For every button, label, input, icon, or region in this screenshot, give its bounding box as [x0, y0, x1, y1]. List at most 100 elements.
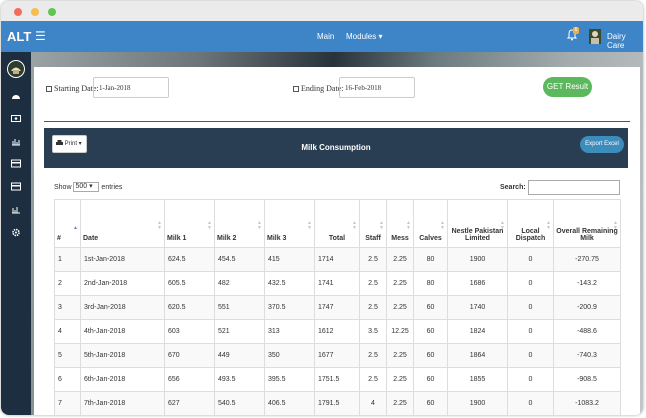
table-cell: 2: [54, 271, 81, 296]
sort-icon: ▲ ▼: [207, 220, 212, 231]
table-cell: 2.25: [386, 343, 414, 368]
table-cell: 454.5: [214, 247, 265, 272]
calendar-icon: [293, 86, 299, 92]
column-header[interactable]: Staff ▲ ▼: [359, 199, 387, 248]
settings-icon[interactable]: [11, 228, 21, 237]
table-cell: 4: [54, 319, 81, 344]
column-header[interactable]: Calves ▲ ▼: [413, 199, 448, 248]
table-cell: 1741: [314, 271, 360, 296]
notification-badge: 6: [573, 27, 579, 34]
table-cell: 0: [507, 319, 554, 344]
column-header[interactable]: # ▲: [54, 199, 81, 248]
column-header-label: Mess: [391, 235, 409, 242]
table-cell: 60: [413, 295, 448, 320]
column-header[interactable]: Milk 2 ▲ ▼: [214, 199, 265, 248]
calendar-icon: [46, 86, 52, 92]
get-result-button[interactable]: GET Result: [543, 77, 592, 97]
table-cell: 620.5: [164, 295, 215, 320]
table-cell: 2.25: [386, 271, 414, 296]
sort-icon: ▲ ▼: [440, 220, 445, 231]
starting-date-input[interactable]: 1-Jan-2018: [93, 77, 169, 98]
panel-header: Print ▾ Milk Consumption Export Excel: [44, 128, 628, 168]
table-cell: 12.25: [386, 319, 414, 344]
nav-main-link[interactable]: Main: [317, 32, 334, 41]
column-header-label: Milk 3: [267, 235, 287, 242]
window-titlebar: [1, 1, 643, 21]
table-cell: 482: [214, 271, 265, 296]
table-cell: 1751.5: [314, 367, 360, 392]
table-cell: 624.5: [164, 247, 215, 272]
close-window-button[interactable]: [14, 8, 22, 16]
table-cell: -200.9: [553, 295, 621, 320]
table-row: 3 3rd-Jan-2018 620.5 551 370.5 1747 2.5 2.25 60 1…: [54, 295, 621, 320]
table-cell: 0: [507, 247, 554, 272]
table-cell: 4th-Jan-2018: [80, 319, 165, 344]
table-cell: 670: [164, 343, 215, 368]
sort-icon: ▲ ▼: [379, 220, 384, 231]
table-row: 7 7th-Jan-2018 627 540.5 406.5 1791.5 4 2.25 60 1…: [54, 391, 621, 415]
milk-consumption-table: # ▲ Date ▲ ▼ Milk 1 ▲ ▼ Milk 2 ▲ ▼ Milk 3 ▲ ▼ Total ▲ ▼ S…: [54, 199, 621, 415]
table-body: 1 1st-Jan-2018 624.5 454.5 415 1714 2.5 2.25 80 1…: [54, 247, 621, 415]
column-header-label: Nestle Pakistan Limited: [451, 228, 504, 242]
table-cell: 370.5: [264, 295, 315, 320]
top-navbar: ALT ☰ Main Modules ▾ 6 Dairy Care: [1, 21, 643, 52]
table-row: 6 6th-Jan-2018 656 493.5 395.5 1751.5 2.5 2.25 6…: [54, 367, 621, 392]
sidebar: [1, 52, 31, 415]
column-header[interactable]: Date ▲ ▼: [80, 199, 165, 248]
maximize-window-button[interactable]: [48, 8, 56, 16]
table-cell: 60: [413, 367, 448, 392]
nav-modules-dropdown[interactable]: Modules ▾: [346, 32, 382, 41]
table-cell: 2nd-Jan-2018: [80, 271, 165, 296]
sidebar-logo: [7, 60, 25, 78]
column-header[interactable]: Nestle Pakistan Limited ▲ ▼: [447, 199, 508, 248]
minimize-window-button[interactable]: [31, 8, 39, 16]
table-cell: 551: [214, 295, 265, 320]
hamburger-icon[interactable]: ☰: [35, 29, 46, 43]
table-cell: 656: [164, 367, 215, 392]
column-header[interactable]: Milk 3 ▲ ▼: [264, 199, 315, 248]
column-header[interactable]: Mess ▲ ▼: [386, 199, 414, 248]
content-card: Starting Date: 1-Jan-2018 Ending Date: 1…: [34, 67, 640, 415]
table-cell: 7: [54, 391, 81, 415]
entries-select[interactable]: 500 ▾: [73, 182, 100, 192]
search-input[interactable]: [528, 180, 620, 195]
table-cell: -908.5: [553, 367, 621, 392]
table-cell: -740.3: [553, 343, 621, 368]
table-cell: 605.5: [164, 271, 215, 296]
table-row: 1 1st-Jan-2018 624.5 454.5 415 1714 2.5 2.25 80 1…: [54, 247, 621, 272]
table-cell: 6: [54, 367, 81, 392]
table-cell: 2.5: [359, 295, 387, 320]
table-cell: 1st-Jan-2018: [80, 247, 165, 272]
column-header[interactable]: Overall Remaining Milk ▲ ▼: [553, 199, 621, 248]
column-header[interactable]: Local Dispatch ▲ ▼: [507, 199, 554, 248]
table-cell: 1714: [314, 247, 360, 272]
sort-icon: ▲ ▼: [257, 220, 262, 231]
search-label: Search:: [500, 184, 526, 191]
table-cell: 0: [507, 271, 554, 296]
bar-chart-icon[interactable]: [11, 137, 21, 146]
column-header[interactable]: Milk 1 ▲ ▼: [164, 199, 215, 248]
table-cell: 2.25: [386, 367, 414, 392]
column-header-label: Total: [328, 235, 346, 242]
credit-card-icon[interactable]: [11, 182, 21, 191]
table-cell: 432.5: [264, 271, 315, 296]
sort-icon: ▲ ▼: [157, 220, 162, 231]
ending-date-input[interactable]: 16-Feb-2018: [339, 77, 415, 98]
dashboard-icon[interactable]: [11, 91, 21, 100]
table-cell: 1855: [447, 367, 508, 392]
panel-title: Milk Consumption: [301, 143, 371, 152]
user-name[interactable]: Dairy Care: [607, 32, 643, 50]
table-cell: 1747: [314, 295, 360, 320]
column-header[interactable]: Total ▲ ▼: [314, 199, 360, 248]
money-icon[interactable]: [11, 114, 21, 123]
column-header-label: Local Dispatch: [515, 228, 546, 242]
user-avatar[interactable]: [589, 29, 601, 44]
table-cell: 1824: [447, 319, 508, 344]
export-excel-button[interactable]: Export Excel: [580, 136, 624, 153]
brand-logo-text[interactable]: ALT: [7, 29, 31, 44]
table-cell: 2.5: [359, 271, 387, 296]
chart-icon[interactable]: [11, 205, 21, 214]
sort-icon: ▲ ▼: [613, 220, 618, 231]
table-cell: 1740: [447, 295, 508, 320]
credit-card-icon[interactable]: [11, 159, 21, 168]
